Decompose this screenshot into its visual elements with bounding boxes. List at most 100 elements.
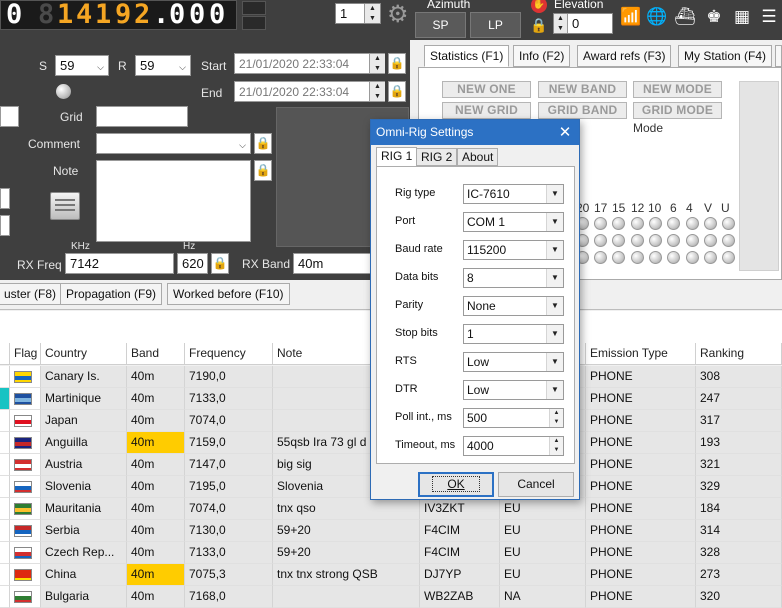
ok-button[interactable]: OK [418,472,494,497]
new-mode-button[interactable]: NEW MODE [633,81,722,98]
signal-icon[interactable]: 📶 [620,7,642,27]
chevron-down-icon[interactable]: ▼ [546,381,563,399]
note-label: Note [53,164,79,178]
emission-cell: PHONE [586,476,696,498]
chevron-down-icon[interactable]: ▼ [546,297,563,315]
column-header-emission-type[interactable]: Emission Type [586,343,696,365]
start-label: Start [201,59,227,73]
chevron-down-icon[interactable]: ▼ [546,213,563,231]
end-datetime-field[interactable]: 21/01/2020 22:33:04 [234,81,385,102]
setting-dropdown[interactable]: Low ▼ [463,380,564,400]
new-band-button[interactable]: NEW BAND [538,81,627,98]
column-header-flag[interactable]: Flag [10,343,41,365]
setting-value: 115200 [467,243,507,257]
stop-hand-icon[interactable]: ✋ [531,0,547,13]
chevron-down-icon[interactable]: ▼ [546,325,563,343]
step-spin-arrows[interactable]: ▲ ▼ [364,4,380,23]
tab-scroll[interactable] [775,45,782,67]
left-cut-field[interactable] [0,215,10,236]
column-header-frequency[interactable]: Frequency [185,343,273,365]
menu-icon[interactable]: ☰ [758,7,780,27]
new-grid-button[interactable]: NEW GRID [442,102,531,119]
s-report-dropdown[interactable]: 59 ⌵ [55,55,109,76]
tab-info[interactable]: Info (F2) [513,45,571,67]
tuning-indicator [242,1,266,15]
comment-dropdown[interactable]: ⌵ [96,133,251,154]
grid-input[interactable] [96,106,188,127]
table-row[interactable]: Serbia 40m 7130,0 59+20 F4CIM EU PHONE 314 [0,520,782,542]
tab-worked-before[interactable]: Worked before (F10) [167,283,290,305]
setting-dropdown[interactable]: 115200 ▼ [463,240,564,260]
chevron-down-icon: ⌵ [179,62,186,72]
new-one-button[interactable]: NEW ONE [442,81,531,98]
chevron-down-icon[interactable]: ▼ [546,185,563,203]
chevron-down-icon[interactable]: ▼ [546,353,563,371]
tab-award-refs[interactable]: Award refs (F3) [577,45,672,67]
tab-cluster[interactable]: uster (F8) [0,283,63,305]
lock-icon[interactable]: 🔒 [388,53,406,74]
grid-mode-button[interactable]: GRID MODE [633,102,722,119]
elevation-spin-arrows[interactable]: ▲ ▼ [554,14,568,33]
note-textarea[interactable] [96,160,251,242]
setting-dropdown[interactable]: COM 1 ▼ [463,212,564,232]
chess-king-icon[interactable]: ♚ [703,7,725,27]
end-spin-arrows[interactable]: ▲ ▼ [369,82,385,101]
gear-icon[interactable]: ⚙ [387,3,409,27]
row-marker [0,476,10,498]
setting-dropdown[interactable]: IC-7610 ▼ [463,184,564,204]
setting-spinner[interactable]: 500 ▲ ▼ [463,408,564,428]
tab-propagation[interactable]: Propagation (F9) [60,283,163,305]
start-spin-arrows[interactable]: ▲ ▼ [369,54,385,73]
note-cell: 59+20 [273,520,420,542]
column-header-ranking[interactable]: Ranking [696,343,782,365]
satellite-icon[interactable]: ⛴ [674,7,696,27]
lock-icon[interactable]: 🔒 [254,133,272,154]
cancel-button[interactable]: Cancel [498,472,574,497]
chevron-down-icon[interactable]: ▼ [546,241,563,259]
left-cut-field[interactable] [0,106,19,127]
lock-icon[interactable]: 🔒 [530,15,548,35]
setting-dropdown[interactable]: Low ▼ [463,352,564,372]
table-row[interactable]: China 40m 7075,3 tnx tnx strong QSB DJ7YP EU P… [0,564,782,586]
table-row[interactable]: Mauritania 40m 7074,0 tnx qso IV3ZKT EU PHONE 1… [0,498,782,520]
save-qso-icon[interactable] [50,192,80,220]
start-datetime-field[interactable]: 21/01/2020 22:33:04 [234,53,385,74]
calculator-icon[interactable]: ▦ [731,7,753,27]
continent-cell: EU [500,520,586,542]
setting-spinner[interactable]: 4000 ▲ ▼ [463,436,564,456]
spin-arrows[interactable]: ▲ ▼ [549,409,563,427]
column-header-country[interactable]: Country [41,343,127,365]
tab-about[interactable]: About [457,148,499,166]
column-header-band[interactable]: Band [127,343,185,365]
elevation-spinner[interactable]: 0 ▲ ▼ [553,13,613,34]
band-led [612,234,625,247]
rx-hz-input[interactable]: 620 [177,253,208,274]
step-spinner[interactable]: 1 ▲ ▼ [335,3,381,24]
long-path-button[interactable]: LP [470,12,521,38]
row-marker [0,366,10,388]
lock-icon[interactable]: 🔒 [254,160,272,181]
country-flag-icon [14,503,32,515]
table-row[interactable]: Czech Rep... 40m 7133,0 59+20 F4CIM EU PHONE 32… [0,542,782,564]
rx-freq-input[interactable]: 7142 [65,253,174,274]
setting-dropdown[interactable]: 8 ▼ [463,268,564,288]
tab-rig2[interactable]: RIG 2 [416,148,458,166]
band-led [686,217,699,230]
lock-icon[interactable]: 🔒 [211,253,229,274]
setting-dropdown[interactable]: 1 ▼ [463,324,564,344]
tab-statistics[interactable]: Statistics (F1) [424,45,510,67]
lock-icon[interactable]: 🔒 [388,81,406,102]
ok-button-label: OK [432,476,480,492]
short-path-button[interactable]: SP [415,12,466,38]
globe-icon[interactable]: 🌐 [646,7,668,27]
grid-band-button[interactable]: GRID BAND [538,102,627,119]
close-icon[interactable]: ✕ [551,120,579,145]
r-report-dropdown[interactable]: 59 ⌵ [135,55,191,76]
left-cut-field[interactable] [0,188,10,209]
setting-dropdown[interactable]: None ▼ [463,296,564,316]
tab-my-station[interactable]: My Station (F4) [678,45,773,67]
tab-rig1[interactable]: RIG 1 [376,147,418,167]
chevron-down-icon[interactable]: ▼ [546,269,563,287]
frequency-cell: 7074,0 [185,410,273,432]
spin-arrows[interactable]: ▲ ▼ [549,437,563,455]
